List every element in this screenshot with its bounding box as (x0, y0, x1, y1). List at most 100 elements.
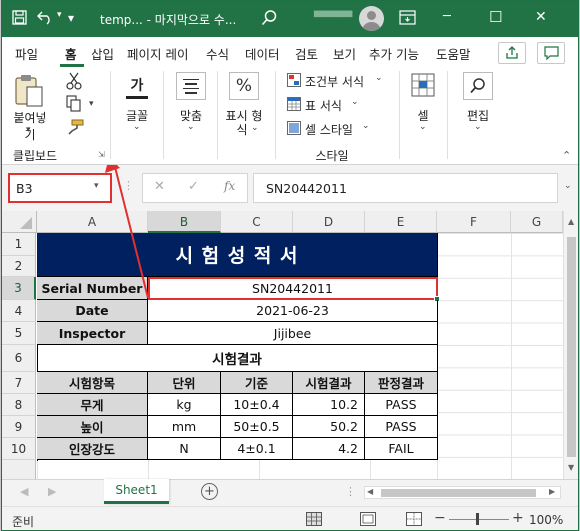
tab-addins[interactable]: 추가 기능 (369, 44, 419, 63)
cells-dropdown-icon[interactable]: ⌄ (419, 122, 427, 132)
table-row-unit[interactable]: kg (148, 394, 221, 416)
row-header-4[interactable]: 4 (2, 300, 36, 322)
tab-review[interactable]: 검토 (295, 44, 318, 63)
scroll-right-icon[interactable]: ▶ (549, 487, 555, 496)
copy-dropdown-icon[interactable]: ▾ (89, 99, 94, 109)
maximize-button[interactable]: ☐ (489, 8, 502, 26)
search-icon[interactable] (260, 9, 278, 30)
table-row-judgement[interactable]: PASS (365, 394, 438, 416)
tab-help[interactable]: 도움말 (436, 44, 471, 63)
serial-number-value[interactable]: SN20442011 (148, 277, 438, 300)
table-row-unit[interactable]: mm (148, 416, 221, 438)
zoom-out-button[interactable]: − (434, 510, 446, 526)
cells-icon[interactable] (411, 73, 435, 100)
paste-icon[interactable] (14, 74, 44, 111)
header-test-item[interactable]: 시험항목 (37, 372, 148, 394)
zoom-slider-track[interactable] (449, 519, 509, 520)
table-row-judgement[interactable]: FAIL (365, 438, 438, 460)
serial-number-label[interactable]: Serial Number (37, 277, 148, 300)
row-header-11[interactable] (2, 460, 36, 479)
report-title[interactable]: 시 험 성 적 서 (37, 233, 438, 277)
clipboard-launcher-icon[interactable]: ⇲ (98, 150, 105, 159)
sheet-tab-sheet1[interactable]: Sheet1 (104, 479, 169, 504)
next-sheet-icon[interactable]: ▶ (48, 485, 56, 498)
horizontal-scrollbar[interactable]: ◀ ▶ (364, 486, 561, 499)
tab-split-grip-icon[interactable]: ⋮ (345, 485, 356, 498)
row-header-10[interactable]: 10 (2, 438, 36, 460)
row-header-5[interactable]: 5 (2, 322, 36, 345)
undo-icon[interactable] (36, 9, 54, 29)
column-header-b[interactable]: B (148, 211, 221, 233)
scroll-up-icon[interactable]: ▲ (568, 217, 574, 226)
date-label[interactable]: Date (37, 300, 148, 322)
avatar[interactable] (359, 6, 384, 31)
row-header-2[interactable]: 2 (2, 256, 36, 277)
editing-dropdown-icon[interactable]: ⌄ (474, 122, 482, 132)
format-painter-icon[interactable] (66, 119, 84, 138)
name-box-dropdown-icon[interactable]: ▾ (94, 181, 99, 191)
tab-file[interactable]: 파일 (15, 44, 38, 63)
scroll-left-icon[interactable]: ◀ (367, 487, 373, 496)
insert-function-icon[interactable]: fx (224, 179, 235, 193)
column-header-c[interactable]: C (221, 211, 293, 233)
results-header[interactable]: 시험결과 (37, 345, 438, 372)
undo-dropdown-icon[interactable]: ▾ (57, 10, 62, 20)
column-header-g[interactable]: G (511, 211, 563, 233)
font-icon[interactable]: 가 (123, 72, 151, 98)
scroll-down-icon[interactable]: ▼ (568, 463, 574, 472)
cut-icon[interactable] (66, 72, 82, 93)
qat-customize-icon[interactable]: ▾ (68, 11, 74, 25)
zoom-in-button[interactable]: + (512, 510, 524, 526)
column-header-d[interactable]: D (293, 211, 365, 233)
tab-view[interactable]: 보기 (333, 44, 356, 63)
tab-page-layout[interactable]: 페이지 레이 (127, 44, 188, 63)
row-header-3[interactable]: 3 (2, 277, 36, 300)
number-format-label-line2[interactable]: 식 (232, 121, 252, 138)
table-row-item[interactable]: 높이 (37, 416, 148, 438)
table-row-judgement[interactable]: PASS (365, 416, 438, 438)
format-table-icon[interactable] (287, 97, 301, 114)
tab-home[interactable]: 홈 (65, 44, 77, 63)
tab-formulas[interactable]: 수식 (206, 44, 229, 63)
hscroll-thumb[interactable] (381, 489, 536, 497)
table-row-unit[interactable]: N (148, 438, 221, 460)
collapse-ribbon-icon[interactable]: ⌃ (562, 149, 571, 162)
select-all-button[interactable] (2, 211, 37, 233)
date-value[interactable]: 2021-06-23 (148, 300, 438, 322)
vertical-scrollbar[interactable]: ▲ ▼ (563, 211, 578, 479)
page-layout-view-icon[interactable] (360, 512, 376, 529)
row-header-8[interactable]: 8 (2, 394, 36, 416)
comments-button[interactable] (537, 42, 565, 64)
inspector-label[interactable]: Inspector (37, 322, 148, 345)
expand-formula-icon[interactable]: ⌄ (564, 181, 572, 191)
table-row-standard[interactable]: 10±0.4 (221, 394, 293, 416)
row-header-9[interactable]: 9 (2, 416, 36, 438)
column-header-e[interactable]: E (365, 211, 437, 233)
close-button[interactable]: ✕ (535, 9, 547, 25)
table-row-result[interactable]: 10.2 (293, 394, 365, 416)
tab-data[interactable]: 데이터 (245, 44, 280, 63)
table-row-result[interactable]: 50.2 (293, 416, 365, 438)
table-row-item[interactable]: 인장강도 (37, 438, 148, 460)
conditional-format-button[interactable]: 조건부 서식 (305, 73, 364, 90)
alignment-dropdown-icon[interactable]: ⌄ (187, 122, 195, 132)
cell-styles-button[interactable]: 셀 스타일 (305, 121, 353, 138)
copy-icon[interactable] (66, 95, 82, 115)
table-row-standard[interactable]: 4±0.1 (221, 438, 293, 460)
column-header-f[interactable]: F (437, 211, 511, 233)
paste-dropdown-icon[interactable]: ▾ (26, 125, 31, 135)
zoom-level[interactable]: 100% (529, 513, 563, 527)
ribbon-display-icon[interactable] (399, 9, 416, 29)
normal-view-icon[interactable] (306, 512, 322, 529)
number-format-dropdown-icon[interactable]: ⌄ (251, 123, 259, 133)
format-table-button[interactable]: 표 서식 (305, 97, 342, 114)
scrollbar-thumb[interactable] (567, 237, 576, 457)
formula-input[interactable]: SN20442011 (253, 173, 558, 203)
confirm-entry-icon[interactable]: ✓ (188, 179, 199, 194)
zoom-slider-thumb[interactable] (476, 513, 479, 525)
header-judgement[interactable]: 판정결과 (365, 372, 438, 394)
format-table-dropdown-icon[interactable]: ⌄ (351, 97, 359, 107)
page-break-view-icon[interactable] (406, 512, 422, 529)
worksheet-grid[interactable]: A B C D E F G ▲ ▼ 1 2 3 4 5 6 7 8 9 10 시… (2, 165, 578, 479)
alignment-icon[interactable] (176, 72, 206, 100)
